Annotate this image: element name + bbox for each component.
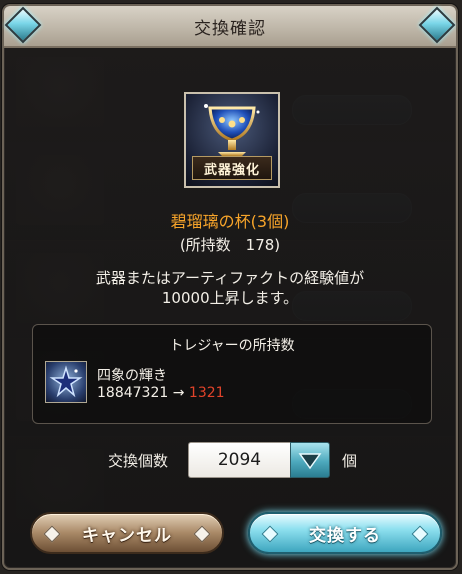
arrow-right-icon: → [172, 385, 185, 401]
item-description: 武器またはアーティファクトの経験値が 10000上昇します。 [4, 268, 456, 308]
dialog-title: 交換確認 [194, 18, 266, 39]
item-name: 碧瑠璃の杯(3個) [170, 212, 290, 231]
treasure-panel: トレジャーの所持数 四象の輝き 18847321 → 1321 [32, 324, 432, 424]
treasure-count: 18847321 → 1321 [97, 385, 225, 401]
dialog-titlebar: 交換確認 [4, 6, 456, 48]
quantity-select[interactable]: 2094 [188, 442, 290, 478]
cancel-button-label: キャンセル [82, 525, 172, 546]
diamond-ornament-icon [261, 525, 279, 543]
chevron-down-icon [298, 453, 322, 470]
quantity-dropdown-button[interactable] [290, 442, 330, 478]
exchange-button-label: 交換する [309, 525, 381, 546]
exchange-button[interactable]: 交換する [248, 512, 442, 554]
diamond-ornament-icon [193, 525, 211, 543]
cancel-button[interactable]: キャンセル [30, 512, 224, 554]
quantity-label: 交換個数 [108, 452, 169, 470]
diamond-ornament-icon [43, 525, 61, 543]
owned-count: (所持数 178) [179, 236, 281, 254]
treasure-current-count: 18847321 [97, 385, 169, 401]
treasure-heading: トレジャーの所持数 [169, 338, 295, 354]
diamond-ornament-icon [411, 525, 429, 543]
treasure-after-count: 1321 [188, 385, 225, 401]
star-gem-icon [45, 361, 87, 403]
quantity-unit: 個 [342, 452, 358, 470]
description-line: 10000上昇します。 [161, 289, 299, 307]
item-category-banner: 武器強化 [192, 156, 272, 180]
description-line: 武器またはアーティファクトの経験値が [95, 269, 365, 287]
exchange-confirm-dialog: 交換確認 武器強化 碧瑠璃の杯(3個) (所持数 178) 武器またはアーティフ… [2, 4, 458, 570]
chalice-icon: 武器強化 [184, 92, 280, 188]
treasure-name: 四象の輝き [97, 368, 167, 384]
